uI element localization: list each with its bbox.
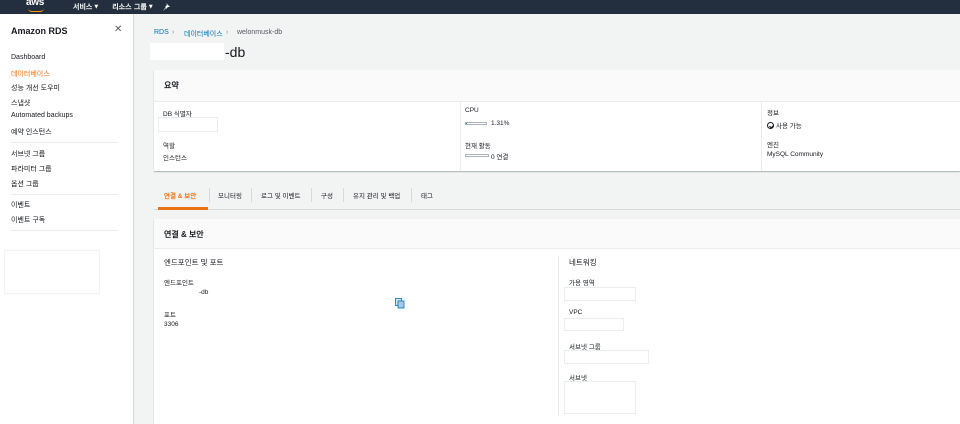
sidebar-item-event-subscriptions[interactable]: 이벤트 구독 bbox=[11, 215, 45, 225]
redacted-area bbox=[564, 350, 649, 364]
availability-zone-label: 가용 영역 bbox=[569, 280, 595, 287]
endpoint-label: 엔드포인트 bbox=[164, 280, 194, 287]
activity-progress-bar bbox=[465, 154, 489, 157]
sidebar-item-dashboard[interactable]: Dashboard bbox=[11, 54, 45, 61]
column-divider bbox=[460, 102, 461, 171]
tab-logs-events[interactable]: 로그 및 이벤트 bbox=[261, 190, 301, 200]
tab-connectivity-security[interactable]: 연결 & 보안 bbox=[164, 190, 196, 200]
column-divider bbox=[761, 102, 762, 171]
chevron-down-icon: ▼ bbox=[148, 4, 153, 10]
resource-groups-menu[interactable]: 리소스 그룹 ▼ bbox=[112, 2, 153, 12]
status-value: 사용 가능 bbox=[767, 120, 802, 130]
column-divider bbox=[558, 256, 559, 416]
cpu-value: 1.31% bbox=[491, 120, 510, 127]
tab-separator bbox=[411, 188, 412, 202]
port-label: 포트 bbox=[164, 312, 176, 319]
summary-title: 요약 bbox=[164, 81, 179, 90]
redacted-area bbox=[150, 43, 224, 60]
services-menu[interactable]: 서비스 ▼ bbox=[73, 2, 98, 12]
sidebar: Amazon RDS ✕ Dashboard 데이터베이스 성능 개선 도우미 … bbox=[0, 14, 134, 424]
redacted-area bbox=[564, 287, 636, 301]
cpu-label: CPU bbox=[465, 107, 479, 114]
endpoint-value[interactable]: -db bbox=[199, 289, 208, 296]
tab-separator bbox=[251, 188, 252, 202]
page-title: -db bbox=[225, 44, 246, 60]
sidebar-item-performance-insights[interactable]: 성능 개선 도우미 bbox=[11, 83, 60, 93]
sidebar-divider bbox=[11, 230, 118, 231]
chevron-down-icon: ▼ bbox=[94, 4, 99, 10]
networking-section-title: 네트워킹 bbox=[569, 258, 597, 267]
resource-groups-menu-label: 리소스 그룹 bbox=[112, 3, 147, 11]
top-navigation-bar: aws 서비스 ▼ 리소스 그룹 ▼ bbox=[0, 0, 960, 14]
tab-monitoring[interactable]: 모니터링 bbox=[218, 190, 242, 200]
copy-icon[interactable] bbox=[395, 298, 405, 309]
tab-separator bbox=[311, 188, 312, 202]
cpu-progress-bar bbox=[465, 122, 487, 125]
tab-configuration[interactable]: 구성 bbox=[321, 190, 333, 200]
aws-logo[interactable]: aws bbox=[26, 0, 48, 14]
sidebar-item-option-groups[interactable]: 옵션 그룹 bbox=[11, 179, 39, 189]
aws-logo-smile bbox=[28, 8, 44, 12]
sidebar-item-reserved-instances[interactable]: 예약 인스턴스 bbox=[11, 127, 52, 137]
role-label: 역할 bbox=[163, 143, 175, 150]
aws-logo-text: aws bbox=[26, 0, 45, 8]
vpc-label: VPC bbox=[569, 309, 583, 316]
tab-tags[interactable]: 태그 bbox=[421, 190, 433, 200]
status-value-text: 사용 가능 bbox=[776, 123, 802, 130]
sidebar-item-snapshots[interactable]: 스냅샷 bbox=[11, 98, 30, 108]
summary-panel-header bbox=[154, 70, 960, 102]
sidebar-item-parameter-groups[interactable]: 파라미터 그룹 bbox=[11, 164, 52, 174]
pin-icon[interactable] bbox=[162, 3, 171, 11]
tab-separator bbox=[209, 188, 210, 202]
chevron-right-icon: › bbox=[172, 29, 175, 36]
redacted-area bbox=[158, 117, 218, 132]
sidebar-item-subnet-groups[interactable]: 서브넷 그룹 bbox=[11, 149, 45, 159]
connectivity-panel-header bbox=[154, 219, 960, 249]
current-activity-label: 현재 활동 bbox=[465, 143, 491, 150]
status-label: 정보 bbox=[767, 110, 779, 117]
check-circle-icon bbox=[767, 122, 774, 129]
port-value: 3306 bbox=[164, 321, 179, 328]
cpu-progress-fill bbox=[466, 123, 467, 124]
engine-value: MySQL Community bbox=[767, 151, 824, 158]
current-activity-value: 0 연결 bbox=[491, 154, 509, 161]
sidebar-divider bbox=[11, 194, 118, 195]
breadcrumb-rds[interactable]: RDS bbox=[154, 29, 169, 36]
connectivity-title: 연결 & 보안 bbox=[164, 230, 204, 239]
breadcrumb-current: welonmusk-db bbox=[237, 29, 283, 36]
endpoint-port-section-title: 엔드포인트 및 포트 bbox=[164, 258, 224, 267]
sidebar-item-automated-backups[interactable]: Automated backups bbox=[11, 112, 73, 119]
redacted-area bbox=[564, 318, 624, 331]
tab-separator bbox=[343, 188, 344, 202]
engine-label: 엔진 bbox=[767, 142, 779, 149]
role-value: 인스턴스 bbox=[163, 155, 187, 162]
sidebar-item-events[interactable]: 이벤트 bbox=[11, 200, 30, 210]
close-icon[interactable]: ✕ bbox=[114, 24, 122, 35]
summary-panel: 요약 DB 식별자 역할 인스턴스 CPU 1.31% 현재 활동 0 연결 정… bbox=[154, 70, 960, 171]
detail-tabs: 연결 & 보안 모니터링 로그 및 이벤트 구성 유지 관리 및 백업 태그 bbox=[154, 180, 960, 210]
services-menu-label: 서비스 bbox=[73, 3, 93, 11]
connectivity-panel: 연결 & 보안 엔드포인트 및 포트 엔드포인트 -db 포트 3306 네트워… bbox=[154, 219, 960, 424]
sidebar-item-databases[interactable]: 데이터베이스 bbox=[11, 69, 50, 79]
chevron-right-icon: › bbox=[226, 29, 229, 36]
breadcrumb-databases[interactable]: 데이터베이스 bbox=[184, 29, 223, 39]
active-tab-indicator bbox=[158, 207, 208, 210]
redacted-area bbox=[564, 381, 636, 414]
sidebar-title: Amazon RDS bbox=[11, 26, 68, 36]
sidebar-blank-area bbox=[4, 250, 100, 294]
tab-maintenance-backups[interactable]: 유지 관리 및 백업 bbox=[353, 190, 400, 200]
sidebar-divider bbox=[11, 142, 118, 143]
